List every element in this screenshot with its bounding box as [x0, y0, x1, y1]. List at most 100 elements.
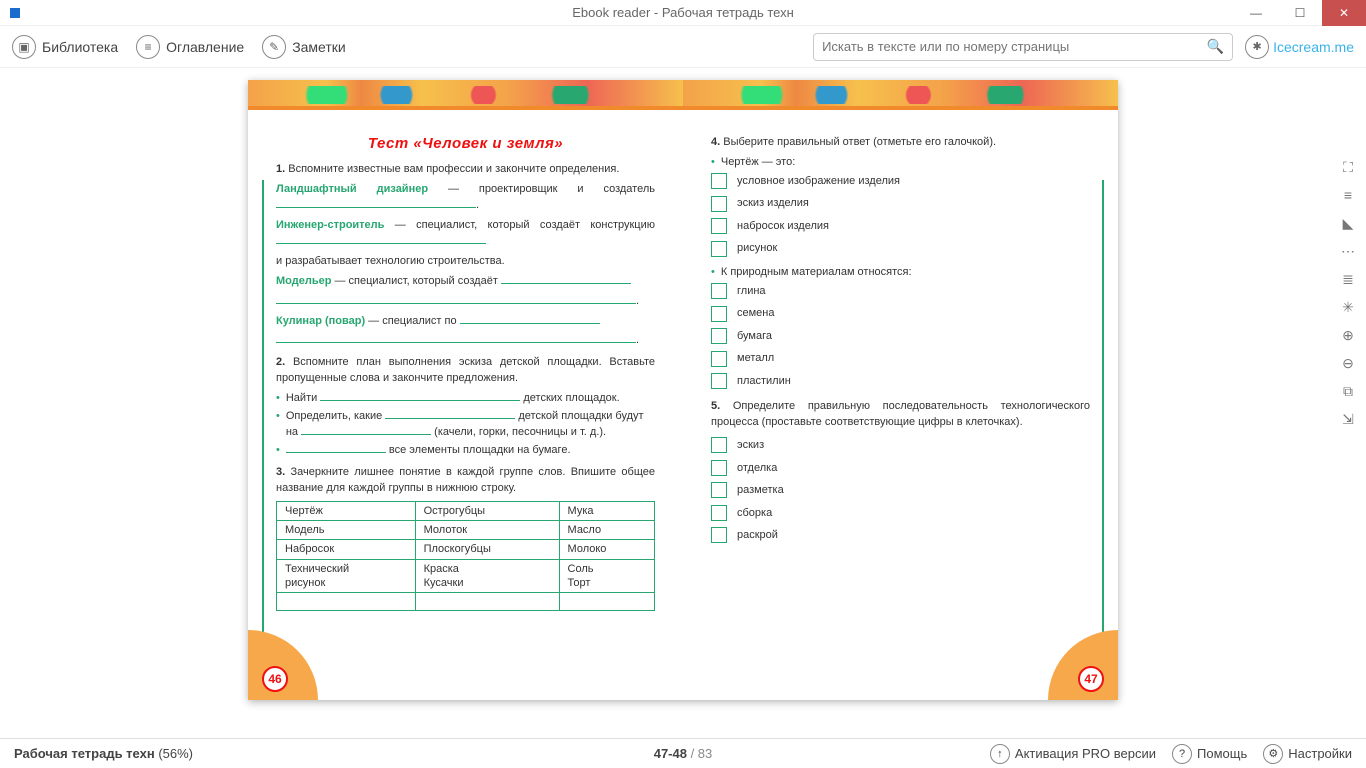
term-3: Модельер — специалист, который создаёт: [276, 274, 655, 290]
checkbox-label: рисунок: [737, 240, 777, 257]
checkbox[interactable]: [711, 241, 727, 257]
library-label: Библиотека: [42, 39, 118, 55]
checkbox[interactable]: [711, 328, 727, 344]
checkbox-label: металл: [737, 350, 774, 367]
app-icon: [10, 8, 20, 18]
bullet-2: •Определить, какие детской площадки буду…: [276, 409, 655, 441]
checkbox-label: глина: [737, 283, 766, 300]
checkbox-label: бумага: [737, 328, 772, 345]
library-icon: ▣: [12, 35, 36, 59]
page-left: 46 Тест «Человек и земля» 1. Вспомните и…: [248, 80, 683, 700]
comment-icon[interactable]: ⋯: [1339, 242, 1357, 260]
close-button[interactable]: ✕: [1322, 0, 1366, 26]
library-button[interactable]: ▣ Библиотека: [12, 35, 118, 59]
minimize-button[interactable]: —: [1234, 0, 1278, 26]
notes-icon: ✎: [262, 35, 286, 59]
notes-label: Заметки: [292, 39, 346, 55]
page-number-right: 47: [1078, 666, 1104, 692]
checkbox-label: раскрой: [737, 527, 778, 544]
maximize-button[interactable]: ☐: [1278, 0, 1322, 26]
bookmark-icon[interactable]: ◣: [1339, 214, 1357, 232]
title-bar: Ebook reader - Рабочая тетрадь техн — ☐ …: [0, 0, 1366, 26]
toc-button[interactable]: ≡ Оглавление: [136, 35, 244, 59]
checkbox-label: сборка: [737, 505, 772, 522]
notes-button[interactable]: ✎ Заметки: [262, 35, 346, 59]
page-corner: [248, 630, 318, 700]
q3: 3. Зачеркните лишнее понятие в каждой гр…: [276, 465, 655, 497]
search-icon[interactable]: 🔍: [1207, 38, 1224, 55]
zoom-in-icon[interactable]: ⊕: [1339, 326, 1357, 344]
checkbox-label: пластилин: [737, 373, 791, 390]
reader-area: 46 Тест «Человек и земля» 1. Вспомните и…: [0, 68, 1366, 738]
fullscreen-icon[interactable]: ⛶: [1339, 158, 1357, 176]
checkbox-row: глина: [711, 283, 1090, 300]
checkbox-row: бумага: [711, 328, 1090, 345]
brightness-icon[interactable]: ✳: [1339, 298, 1357, 316]
checkbox-label: семена: [737, 305, 775, 322]
checkbox-row: набросок изделия: [711, 218, 1090, 235]
checkbox-row: эскиз изделия: [711, 195, 1090, 212]
checkbox-row: рисунок: [711, 240, 1090, 257]
page-margin: [1102, 180, 1104, 640]
checkbox-row: семена: [711, 305, 1090, 322]
zoom-out-icon[interactable]: ⊖: [1339, 354, 1357, 372]
checkbox[interactable]: [711, 373, 727, 389]
checkbox-row: сборка: [711, 505, 1090, 522]
search-box[interactable]: 🔍: [813, 33, 1233, 61]
q4-sub2: •К природным материалам относятся:: [711, 265, 1090, 281]
help-button[interactable]: ?Помощь: [1172, 744, 1247, 764]
checkbox-label: отделка: [737, 460, 777, 477]
checkbox[interactable]: [711, 196, 727, 212]
term-1: Ландшафтный дизайнер — проектировщик и с…: [276, 182, 655, 214]
page-number-left: 46: [262, 666, 288, 692]
status-pages: 47-48 / 83: [654, 746, 713, 761]
page-margin: [262, 180, 264, 640]
checkbox[interactable]: [711, 306, 727, 322]
checkbox[interactable]: [711, 173, 727, 189]
checkbox[interactable]: [711, 218, 727, 234]
brand-link[interactable]: ✱ Icecream.me: [1245, 35, 1354, 59]
checkbox[interactable]: [711, 482, 727, 498]
export-icon[interactable]: ⇲: [1339, 410, 1357, 428]
term-2b: и разрабатывает технологию строительства…: [276, 254, 655, 270]
brand-label: Icecream.me: [1273, 39, 1354, 55]
search-input[interactable]: [822, 39, 1207, 54]
term-4b: .: [276, 333, 655, 349]
bullet-1: •Найти детских площадок.: [276, 391, 655, 407]
q5: 5. Определите правильную последовательно…: [711, 399, 1090, 431]
window-title: Ebook reader - Рабочая тетрадь техн: [572, 5, 794, 20]
status-book: Рабочая тетрадь техн (56%): [14, 746, 193, 761]
toolbar: ▣ Библиотека ≡ Оглавление ✎ Заметки 🔍 ✱ …: [0, 26, 1366, 68]
q4-sub1: •Чертёж — это:: [711, 155, 1090, 171]
page-spread: 46 Тест «Человек и земля» 1. Вспомните и…: [248, 80, 1118, 700]
checkbox[interactable]: [711, 460, 727, 476]
page-right: 47 4. Выберите правильный ответ (отметьт…: [683, 80, 1118, 700]
q1: 1. Вспомните известные вам профессии и з…: [276, 162, 655, 178]
pro-button[interactable]: ↑Активация PRO версии: [990, 744, 1156, 764]
status-bar: Рабочая тетрадь техн (56%) 47-48 / 83 ↑А…: [0, 738, 1366, 768]
page-title: Тест «Человек и земля»: [276, 135, 655, 152]
list-icon[interactable]: ≡: [1339, 186, 1357, 204]
checkbox-label: эскиз изделия: [737, 195, 809, 212]
checkbox-label: набросок изделия: [737, 218, 829, 235]
checkbox[interactable]: [711, 437, 727, 453]
settings-button[interactable]: ⚙Настройки: [1263, 744, 1352, 764]
checkbox[interactable]: [711, 351, 727, 367]
toc-label: Оглавление: [166, 39, 244, 55]
checkbox-row: раскрой: [711, 527, 1090, 544]
help-icon: ?: [1172, 744, 1192, 764]
checkbox-row: отделка: [711, 460, 1090, 477]
page-decoration: [683, 80, 1118, 110]
page-decoration: [248, 80, 683, 110]
gear-icon: ⚙: [1263, 744, 1283, 764]
checkbox[interactable]: [711, 527, 727, 543]
checkbox[interactable]: [711, 505, 727, 521]
checkbox-row: разметка: [711, 482, 1090, 499]
checkbox[interactable]: [711, 283, 727, 299]
checkbox-row: условное изображение изделия: [711, 173, 1090, 190]
text-icon[interactable]: ≣: [1339, 270, 1357, 288]
side-toolbar: ⛶ ≡ ◣ ⋯ ≣ ✳ ⊕ ⊖ ⧉ ⇲: [1336, 158, 1360, 428]
term-2: Инженер-строитель — специалист, который …: [276, 218, 655, 250]
checkbox-row: эскиз: [711, 437, 1090, 454]
copy-icon[interactable]: ⧉: [1339, 382, 1357, 400]
